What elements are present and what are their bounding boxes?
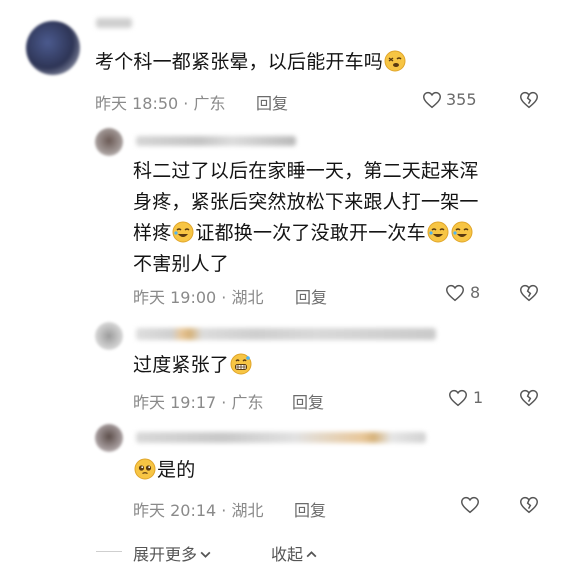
reply-meta: 昨天 20:14 · 湖北 [133, 501, 264, 520]
dizzy-face-emoji-icon [384, 50, 406, 72]
heart-icon[interactable] [459, 494, 481, 516]
reply-button[interactable]: 回复 [295, 284, 327, 308]
reply-username-blurred[interactable] [136, 136, 296, 146]
reply-text: 科二过了以后在家睡一天，第二天起来浑 身疼，紧张后突然放松下来跟人打一架一 样疼… [133, 160, 479, 275]
heart-icon[interactable] [447, 387, 469, 409]
expand-more-button[interactable]: 展开更多 [133, 541, 212, 565]
dislike-icon[interactable] [518, 282, 540, 304]
avatar[interactable] [26, 21, 80, 75]
pleading-face-emoji-icon [134, 458, 156, 480]
grimacing-emoji-icon [230, 353, 252, 375]
reply-text: 是的 [133, 455, 195, 486]
reply-button[interactable]: 回复 [294, 497, 326, 521]
reply-button[interactable]: 回复 [256, 90, 288, 114]
reply-meta: 昨天 19:17 · 广东 [133, 393, 264, 412]
comment-text: 考个科一都紧张晕，以后能开车吗 [95, 47, 407, 78]
reply-meta: 昨天 19:00 · 湖北 [133, 288, 264, 307]
reply-username-blurred[interactable] [136, 328, 436, 340]
chevron-down-icon [200, 551, 211, 558]
comment-meta: 昨天 18:50 · 广东 [95, 94, 226, 113]
username-blurred[interactable] [96, 18, 132, 28]
thread-divider [96, 551, 122, 552]
like-count: 8 [470, 283, 481, 302]
reply-avatar[interactable] [95, 128, 123, 156]
heart-icon[interactable] [421, 89, 443, 111]
heart-icon[interactable] [444, 282, 466, 304]
reply-text: 过度紧张了 [133, 350, 253, 381]
reply-avatar[interactable] [95, 424, 123, 452]
collapse-button[interactable]: 收起 [271, 541, 318, 565]
reply-username-blurred[interactable] [136, 432, 426, 443]
dislike-icon[interactable] [518, 494, 540, 516]
chevron-up-icon [306, 551, 317, 558]
rofl-emoji-icon [427, 221, 449, 243]
dislike-icon[interactable] [518, 89, 540, 111]
like-count: 1 [473, 388, 484, 407]
reply-button[interactable]: 回复 [292, 389, 324, 413]
rofl-emoji-icon [172, 221, 194, 243]
rofl-emoji-icon [451, 221, 473, 243]
dislike-icon[interactable] [518, 387, 540, 409]
like-count: 355 [446, 90, 477, 109]
reply-avatar[interactable] [95, 322, 123, 350]
